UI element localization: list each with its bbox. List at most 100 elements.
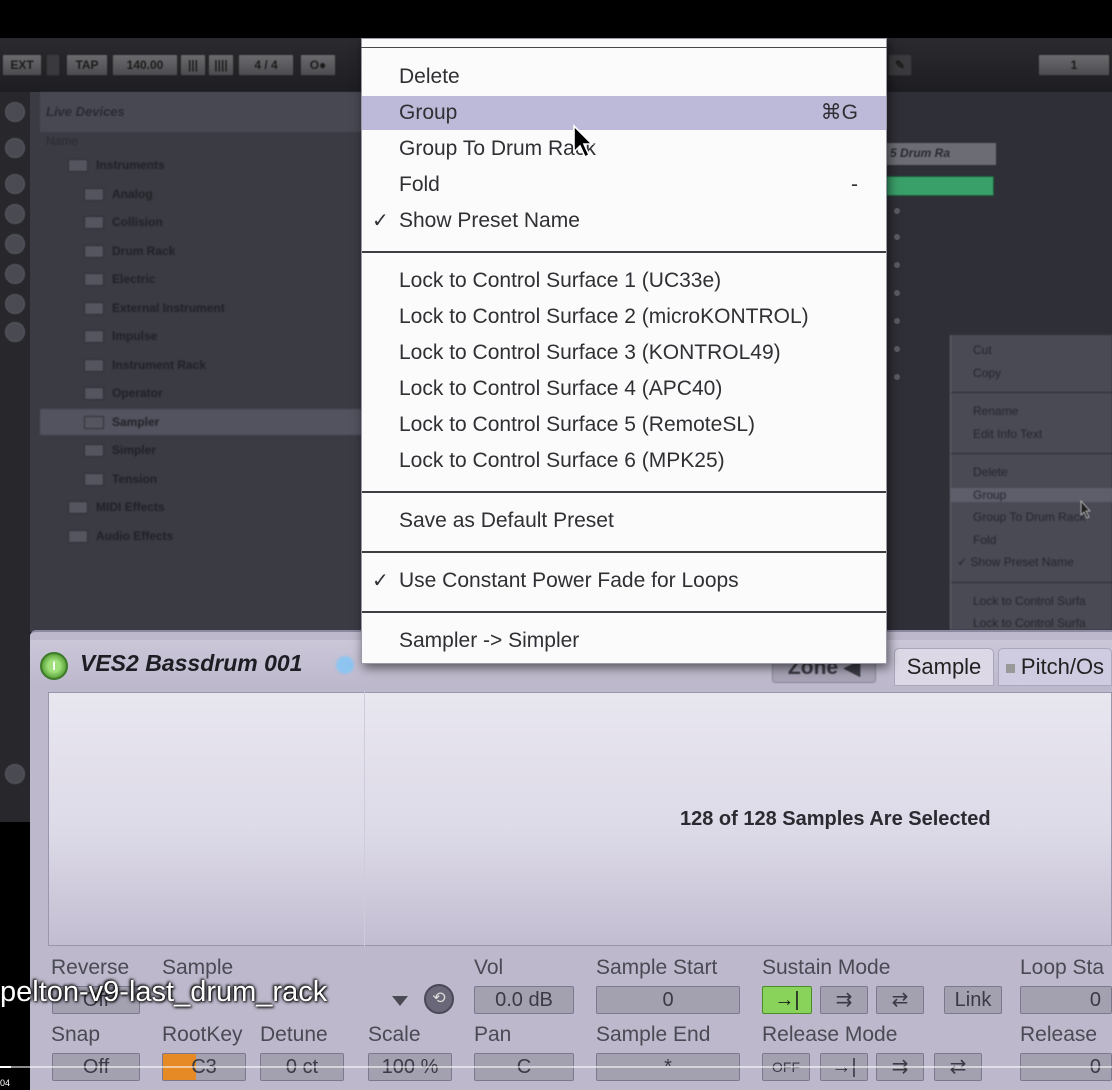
right-transport-field[interactable]: 1 (1038, 54, 1110, 76)
browser-item-label: Sampler (112, 414, 160, 429)
clip-slot[interactable] (894, 346, 900, 352)
clip-slot[interactable] (894, 234, 900, 240)
clip-slot-playing[interactable] (886, 176, 994, 196)
browser-column-name[interactable]: Name (40, 132, 362, 152)
folder-2-icon[interactable] (5, 234, 25, 254)
draw-mode-icon[interactable]: ✎ (888, 54, 912, 76)
browser-item[interactable]: Sampler (40, 408, 362, 435)
menu-item-fold[interactable]: Fold - (362, 168, 886, 202)
sustain-mode-forward-button[interactable]: →| (762, 986, 812, 1014)
menu-item-delete[interactable]: Delete (362, 60, 886, 94)
nudge-down-button[interactable]: ||| (180, 54, 206, 76)
ext-button[interactable]: EXT (2, 54, 42, 76)
secondary-menu-item[interactable]: Fold (973, 533, 996, 547)
browser-item[interactable]: Collision (40, 209, 362, 235)
browser-item[interactable]: MIDI Effects (40, 494, 362, 520)
sample-end-label: Sample End (596, 1023, 711, 1046)
secondary-menu-item[interactable]: Cut (973, 343, 992, 357)
menu-item-lock-to-control-surface-1-uc33e[interactable]: Lock to Control Surface 1 (UC33e) (362, 264, 886, 298)
loop-start-field[interactable]: 0 (1020, 986, 1112, 1014)
menu-item-use-constant-power-fade-for-loops[interactable]: ✓ Use Constant Power Fade for Loops (362, 564, 886, 598)
secondary-menu-item[interactable]: ✓ Show Preset Name (957, 555, 1074, 569)
device-browser: Live Devices Name Instruments Analog Colli… (30, 92, 362, 632)
secondary-menu-item[interactable]: Group To Drum Rack (973, 510, 1085, 524)
menu-item-label: Lock to Control Surface 1 (UC33e) (399, 269, 722, 292)
nudge-up-button[interactable]: |||| (208, 54, 234, 76)
vol-field[interactable]: 0.0 dB (474, 986, 574, 1014)
sustain-mode-loop-button[interactable]: ⇉ (820, 986, 868, 1014)
menu-item-lock-to-control-surface-4-apc40[interactable]: Lock to Control Surface 4 (APC40) (362, 372, 886, 406)
browser-item[interactable]: Audio Effects (40, 523, 362, 549)
device-title[interactable]: VES2 Bassdrum 001 (80, 650, 302, 677)
browser-item[interactable]: Instruments (40, 152, 362, 178)
secondary-menu-item[interactable]: Lock to Control Surfa (973, 594, 1086, 608)
browser-item[interactable]: Electric (40, 266, 362, 292)
folder-icon (68, 529, 88, 543)
sample-start-field[interactable]: 0 (596, 986, 740, 1014)
menu-item-group-to-drum-rack[interactable]: Group To Drum Rack (362, 132, 886, 166)
folder-icon (84, 187, 104, 201)
settings-icon[interactable] (5, 322, 25, 342)
tap-button[interactable]: TAP (66, 54, 108, 76)
secondary-menu-item[interactable]: Lock to Control Surfa (973, 616, 1086, 630)
folder-3-icon[interactable] (5, 264, 25, 284)
ext-toggle[interactable] (46, 54, 60, 76)
tab-sample[interactable]: Sample (894, 648, 994, 686)
folder-icon (84, 415, 104, 429)
browser-item-label: Operator (112, 386, 163, 400)
sustain-mode-pingpong-button[interactable]: ⇄ (876, 986, 924, 1014)
browser-item[interactable]: External Instrument (40, 295, 362, 321)
browser-item[interactable]: Instrument Rack (40, 352, 362, 378)
time-signature-field[interactable]: 4 / 4 (238, 54, 294, 76)
menu-item-group[interactable]: Group ⌘G (362, 96, 886, 130)
play-icon[interactable] (5, 102, 25, 122)
menu-item-lock-to-control-surface-3-kontrol49[interactable]: Lock to Control Surface 3 (KONTROL49) (362, 336, 886, 370)
clip-slot[interactable] (894, 290, 900, 296)
secondary-menu-item[interactable]: Delete (973, 465, 1008, 479)
snap-label: Snap (51, 1023, 101, 1046)
folder-1-icon[interactable] (5, 204, 25, 224)
tab-pitch-osc[interactable]: Pitch/Os (998, 648, 1112, 686)
clip-slot[interactable] (894, 262, 900, 268)
secondary-menu-item[interactable]: Edit Info Text (973, 427, 1042, 441)
device-power-button[interactable]: I (40, 652, 68, 680)
browser-item-label: MIDI Effects (96, 500, 165, 514)
menu-item-show-preset-name[interactable]: ✓ Show Preset Name (362, 204, 886, 238)
hot-swap-icon[interactable]: ⟲ (424, 984, 454, 1014)
detune-label: Detune (260, 1023, 328, 1046)
browser-item[interactable]: Analog (40, 181, 362, 207)
secondary-menu-item[interactable]: Rename (973, 404, 1018, 418)
folder-4-icon[interactable] (5, 294, 25, 314)
video-top-bar (0, 0, 1112, 38)
secondary-menu-item[interactable]: Copy (973, 366, 1001, 380)
video-progress-track[interactable] (0, 1066, 1112, 1068)
menu-item-lock-to-control-surface-6-mpk25[interactable]: Lock to Control Surface 6 (MPK25) (362, 444, 886, 478)
folder-icon (68, 159, 88, 173)
menu-item-lock-to-control-surface-2-microkontrol[interactable]: Lock to Control Surface 2 (microKONTROL) (362, 300, 886, 334)
clip-slot[interactable] (894, 374, 900, 380)
browser-item[interactable]: Drum Rack (40, 238, 362, 264)
menu-item-lock-to-control-surface-5-remotesl[interactable]: Lock to Control Surface 5 (RemoteSL) (362, 408, 886, 442)
browser-item[interactable]: Operator (40, 380, 362, 406)
clip-slot[interactable] (894, 318, 900, 324)
browser-item[interactable]: Tension (40, 466, 362, 492)
link-button[interactable]: Link (944, 986, 1002, 1014)
menu-top-divider (361, 38, 887, 48)
tempo-field[interactable]: 140.00 (112, 54, 178, 76)
live-devices-icon[interactable] (5, 138, 25, 158)
browser-item[interactable]: Simpler (40, 437, 362, 463)
menu-item-label: Use Constant Power Fade for Loops (399, 569, 739, 592)
drum-rack-track-header[interactable]: 5 Drum Ra (886, 143, 996, 165)
metronome-button[interactable]: O● (300, 54, 336, 76)
hide-browser-icon[interactable] (5, 764, 25, 784)
browser-header: Live Devices (40, 92, 362, 132)
menu-item-sampler-simpler[interactable]: Sampler -> Simpler (362, 624, 886, 658)
checkmark-icon: ✓ (372, 210, 389, 232)
clip-slot[interactable] (894, 208, 900, 214)
browser-item[interactable]: Impulse (40, 323, 362, 349)
menu-item-save-as-default-preset[interactable]: Save as Default Preset (362, 504, 886, 538)
sample-dropdown-icon[interactable] (392, 996, 408, 1006)
secondary-menu-separator (951, 581, 1112, 583)
plugins-icon[interactable] (5, 174, 25, 194)
menu-item-label: Save as Default Preset (399, 509, 614, 532)
